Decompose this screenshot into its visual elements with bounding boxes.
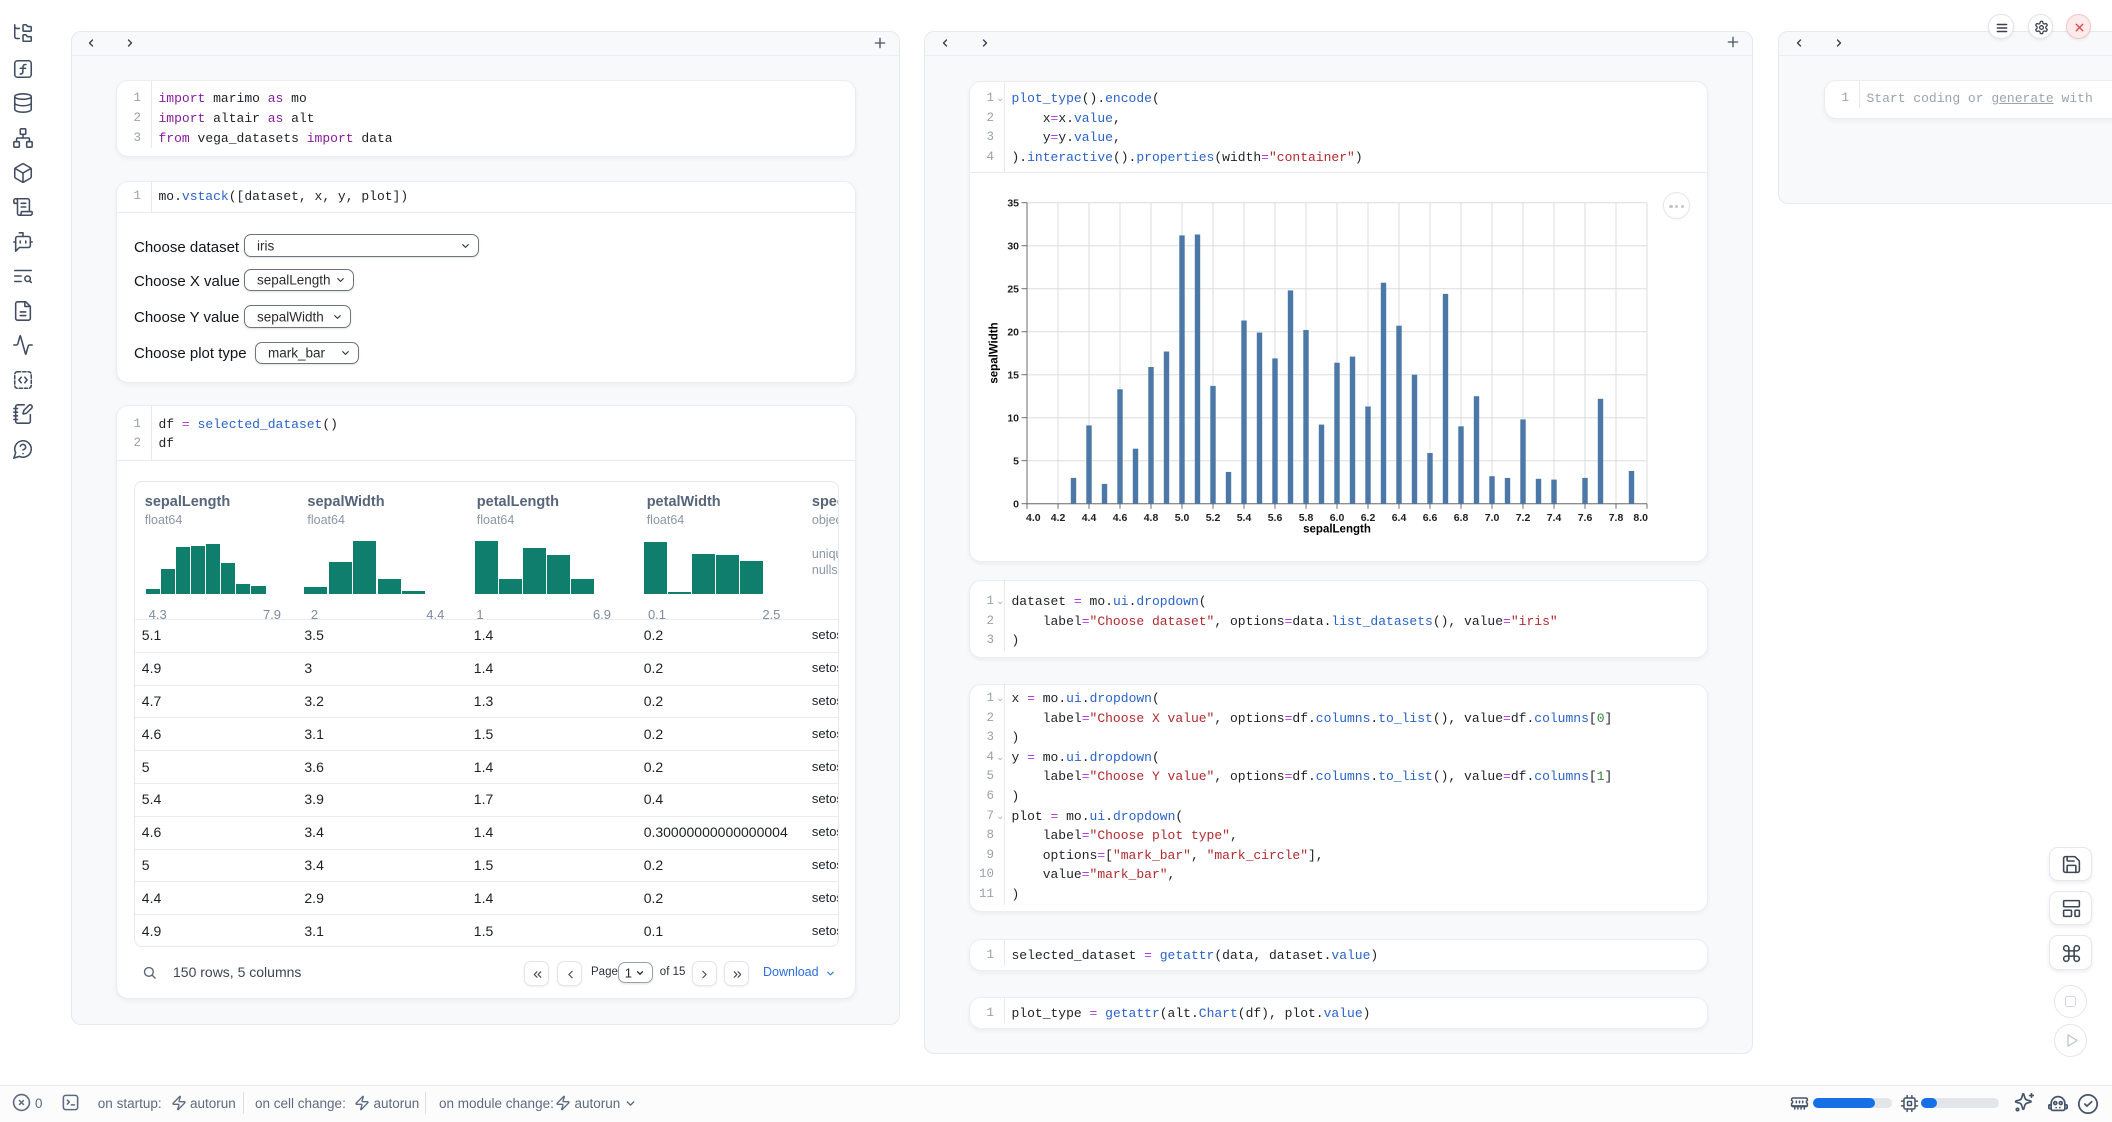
svg-text:7.0: 7.0 bbox=[1485, 512, 1500, 524]
svg-text:25: 25 bbox=[1007, 284, 1019, 296]
svg-text:10: 10 bbox=[1007, 413, 1019, 425]
svg-text:15: 15 bbox=[1007, 370, 1019, 382]
svg-text:7.2: 7.2 bbox=[1516, 512, 1531, 524]
svg-text:5.8: 5.8 bbox=[1299, 512, 1314, 524]
svg-text:0: 0 bbox=[1013, 499, 1019, 511]
svg-text:35: 35 bbox=[1007, 198, 1019, 210]
svg-text:sepalLength: sepalLength bbox=[1303, 524, 1371, 536]
svg-text:4.2: 4.2 bbox=[1051, 512, 1066, 524]
svg-text:4.0: 4.0 bbox=[1026, 512, 1041, 524]
svg-text:8.0: 8.0 bbox=[1633, 512, 1648, 524]
svg-text:6.0: 6.0 bbox=[1330, 512, 1345, 524]
svg-text:5.0: 5.0 bbox=[1175, 512, 1190, 524]
svg-text:4.4: 4.4 bbox=[1082, 512, 1097, 524]
svg-text:30: 30 bbox=[1007, 241, 1019, 253]
svg-text:5: 5 bbox=[1013, 456, 1019, 468]
svg-text:7.4: 7.4 bbox=[1547, 512, 1562, 524]
svg-text:20: 20 bbox=[1007, 327, 1019, 339]
svg-text:6.8: 6.8 bbox=[1454, 512, 1469, 524]
svg-text:6.6: 6.6 bbox=[1423, 512, 1438, 524]
svg-text:5.6: 5.6 bbox=[1268, 512, 1283, 524]
svg-text:5.4: 5.4 bbox=[1237, 512, 1252, 524]
svg-text:4.8: 4.8 bbox=[1144, 512, 1159, 524]
svg-text:7.8: 7.8 bbox=[1609, 512, 1624, 524]
svg-text:6.4: 6.4 bbox=[1392, 512, 1407, 524]
svg-text:4.6: 4.6 bbox=[1113, 512, 1128, 524]
svg-text:sepalWidth: sepalWidth bbox=[989, 323, 1001, 384]
svg-text:6.2: 6.2 bbox=[1361, 512, 1376, 524]
svg-text:5.2: 5.2 bbox=[1206, 512, 1221, 524]
svg-text:7.6: 7.6 bbox=[1578, 512, 1593, 524]
